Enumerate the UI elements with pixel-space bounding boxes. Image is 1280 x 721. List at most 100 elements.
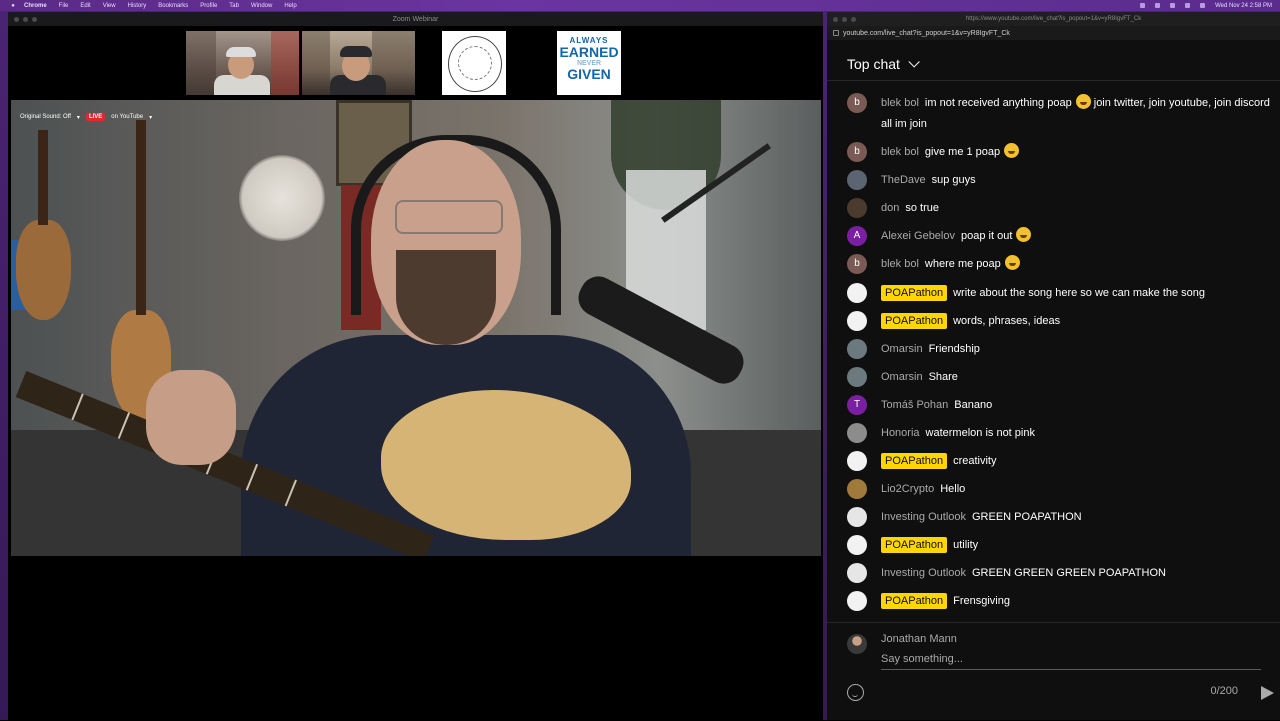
- avatar[interactable]: [847, 423, 867, 443]
- avatar[interactable]: T: [847, 395, 867, 415]
- status-icon[interactable]: [1170, 3, 1176, 8]
- chat-author[interactable]: blek bol: [881, 258, 919, 270]
- wifi-icon[interactable]: [1185, 3, 1191, 8]
- chat-message[interactable]: Omarsin Share: [847, 367, 1272, 388]
- chat-message-input[interactable]: Say something...: [881, 653, 1261, 670]
- participant-thumbnail[interactable]: [186, 31, 299, 95]
- logo-line: GIVEN: [567, 66, 611, 83]
- hand-emoji-icon: [1004, 255, 1020, 270]
- chat-author[interactable]: Omarsin: [881, 371, 923, 383]
- menu-edit[interactable]: Edit: [80, 3, 90, 9]
- emoji-picker-icon[interactable]: [847, 684, 864, 701]
- chat-message[interactable]: POAPathon Frensgiving: [847, 591, 1272, 612]
- live-badge: LIVE: [85, 113, 106, 121]
- chat-message-list[interactable]: b blek bol im not received anything poap …: [827, 90, 1280, 620]
- chat-author-owner[interactable]: POAPathon: [881, 537, 948, 553]
- menu-help[interactable]: Help: [284, 3, 296, 9]
- participant-thumbnail[interactable]: [302, 31, 415, 95]
- avatar[interactable]: b: [847, 142, 867, 162]
- chat-author[interactable]: Honoria: [881, 427, 920, 439]
- chat-author[interactable]: blek bol: [881, 146, 919, 158]
- top-chat-dropdown[interactable]: Top chat: [847, 56, 900, 72]
- chat-browser-window: https://www.youtube.com/live_chat?is_pop…: [827, 12, 1280, 720]
- avatar[interactable]: [847, 535, 867, 555]
- chat-message[interactable]: don so true: [847, 198, 1272, 219]
- avatar[interactable]: [847, 283, 867, 303]
- chat-message[interactable]: A Alexei Gebelov poap it out: [847, 226, 1272, 247]
- chat-message[interactable]: POAPathon words, phrases, ideas: [847, 311, 1272, 332]
- avatar[interactable]: A: [847, 226, 867, 246]
- menu-history[interactable]: History: [128, 3, 147, 9]
- chat-author[interactable]: Tomáš Pohan: [881, 399, 948, 411]
- chat-author[interactable]: Investing Outlook: [881, 567, 966, 579]
- chat-message[interactable]: Investing Outlook GREEN GREEN GREEN POAPA…: [847, 563, 1272, 584]
- live-destination-dropdown[interactable]: on YouTube: [111, 114, 143, 120]
- shared-logo-thumbnail[interactable]: [442, 31, 506, 95]
- original-sound-toggle[interactable]: Original Sound: Off: [20, 114, 71, 120]
- chat-author[interactable]: don: [881, 202, 899, 214]
- chat-author-owner[interactable]: POAPathon: [881, 313, 948, 329]
- status-icon[interactable]: [1140, 3, 1146, 8]
- menu-window[interactable]: Window: [251, 3, 272, 9]
- chat-author[interactable]: Lio2Crypto: [881, 483, 934, 495]
- chat-message[interactable]: Investing Outlook GREEN POAPATHON: [847, 507, 1272, 528]
- stream-status-bar: Original Sound: Off ▾ LIVE on YouTube ▾: [20, 111, 152, 123]
- chat-message[interactable]: TheDave sup guys: [847, 170, 1272, 191]
- main-video-feed[interactable]: [11, 100, 821, 556]
- address-bar[interactable]: youtube.com/live_chat?is_popout=1&v=yR8I…: [827, 26, 1280, 40]
- avatar[interactable]: [847, 507, 867, 527]
- address-text[interactable]: youtube.com/live_chat?is_popout=1&v=yR8I…: [843, 30, 1010, 37]
- chat-author[interactable]: Omarsin: [881, 343, 923, 355]
- avatar[interactable]: [847, 479, 867, 499]
- avatar[interactable]: [847, 311, 867, 331]
- chat-author[interactable]: blek bol: [881, 97, 919, 109]
- chat-author[interactable]: Investing Outlook: [881, 511, 966, 523]
- avatar[interactable]: [847, 339, 867, 359]
- chevron-down-icon[interactable]: [908, 56, 920, 68]
- chat-message[interactable]: b blek bol give me 1 poap: [847, 142, 1272, 163]
- status-icon[interactable]: [1155, 3, 1161, 8]
- avatar[interactable]: [847, 563, 867, 583]
- menu-view[interactable]: View: [103, 3, 116, 9]
- chat-message[interactable]: POAPathon utility: [847, 535, 1272, 556]
- chat-message[interactable]: T Tomáš Pohan Banano: [847, 395, 1272, 416]
- current-user-name: Jonathan Mann: [881, 633, 957, 645]
- chat-message[interactable]: POAPathon creativity: [847, 451, 1272, 472]
- menu-tab[interactable]: Tab: [229, 3, 239, 9]
- avatar[interactable]: [847, 591, 867, 611]
- chat-text: GREEN POAPATHON: [972, 511, 1082, 523]
- chat-author-owner[interactable]: POAPathon: [881, 593, 948, 609]
- menu-app-chrome[interactable]: Chrome: [24, 3, 47, 9]
- apple-icon[interactable]: ●: [8, 3, 18, 9]
- lock-icon[interactable]: [833, 30, 839, 36]
- window-title-url: https://www.youtube.com/live_chat?is_pop…: [965, 16, 1142, 22]
- send-icon[interactable]: [1261, 686, 1274, 700]
- avatar[interactable]: b: [847, 254, 867, 274]
- menu-bookmarks[interactable]: Bookmarks: [158, 3, 188, 9]
- chat-message[interactable]: Honoria watermelon is not pink: [847, 423, 1272, 444]
- chat-text: Frensgiving: [953, 595, 1010, 607]
- chevron-down-icon[interactable]: ▾: [77, 114, 80, 121]
- chat-message[interactable]: Lio2Crypto Hello: [847, 479, 1272, 500]
- menu-file[interactable]: File: [59, 3, 69, 9]
- chat-author[interactable]: TheDave: [881, 174, 926, 186]
- chat-text: words, phrases, ideas: [953, 315, 1061, 327]
- avatar[interactable]: [847, 198, 867, 218]
- chevron-down-icon[interactable]: ▾: [149, 114, 152, 121]
- avatar[interactable]: [847, 367, 867, 387]
- always-earned-logo-thumbnail[interactable]: ALWAYS EARNED NEVER GIVEN: [557, 31, 621, 95]
- chat-author-owner[interactable]: POAPathon: [881, 453, 948, 469]
- avatar[interactable]: b: [847, 93, 867, 113]
- avatar[interactable]: [847, 170, 867, 190]
- chat-text: write about the song here so we can make…: [953, 287, 1206, 299]
- search-icon[interactable]: [1200, 3, 1206, 8]
- avatar[interactable]: [847, 451, 867, 471]
- chat-message[interactable]: POAPathon write about the song here so we…: [847, 283, 1272, 304]
- chat-author-owner[interactable]: POAPathon: [881, 285, 948, 301]
- chat-author[interactable]: Alexei Gebelov: [881, 230, 955, 242]
- chat-message[interactable]: Omarsin Friendship: [847, 339, 1272, 360]
- chat-message[interactable]: b blek bol im not received anything poap …: [847, 93, 1272, 135]
- menu-clock[interactable]: Wed Nov 24 2:58 PM: [1215, 3, 1272, 9]
- chat-message[interactable]: b blek bol where me poap: [847, 254, 1272, 275]
- menu-profile[interactable]: Profile: [200, 3, 217, 9]
